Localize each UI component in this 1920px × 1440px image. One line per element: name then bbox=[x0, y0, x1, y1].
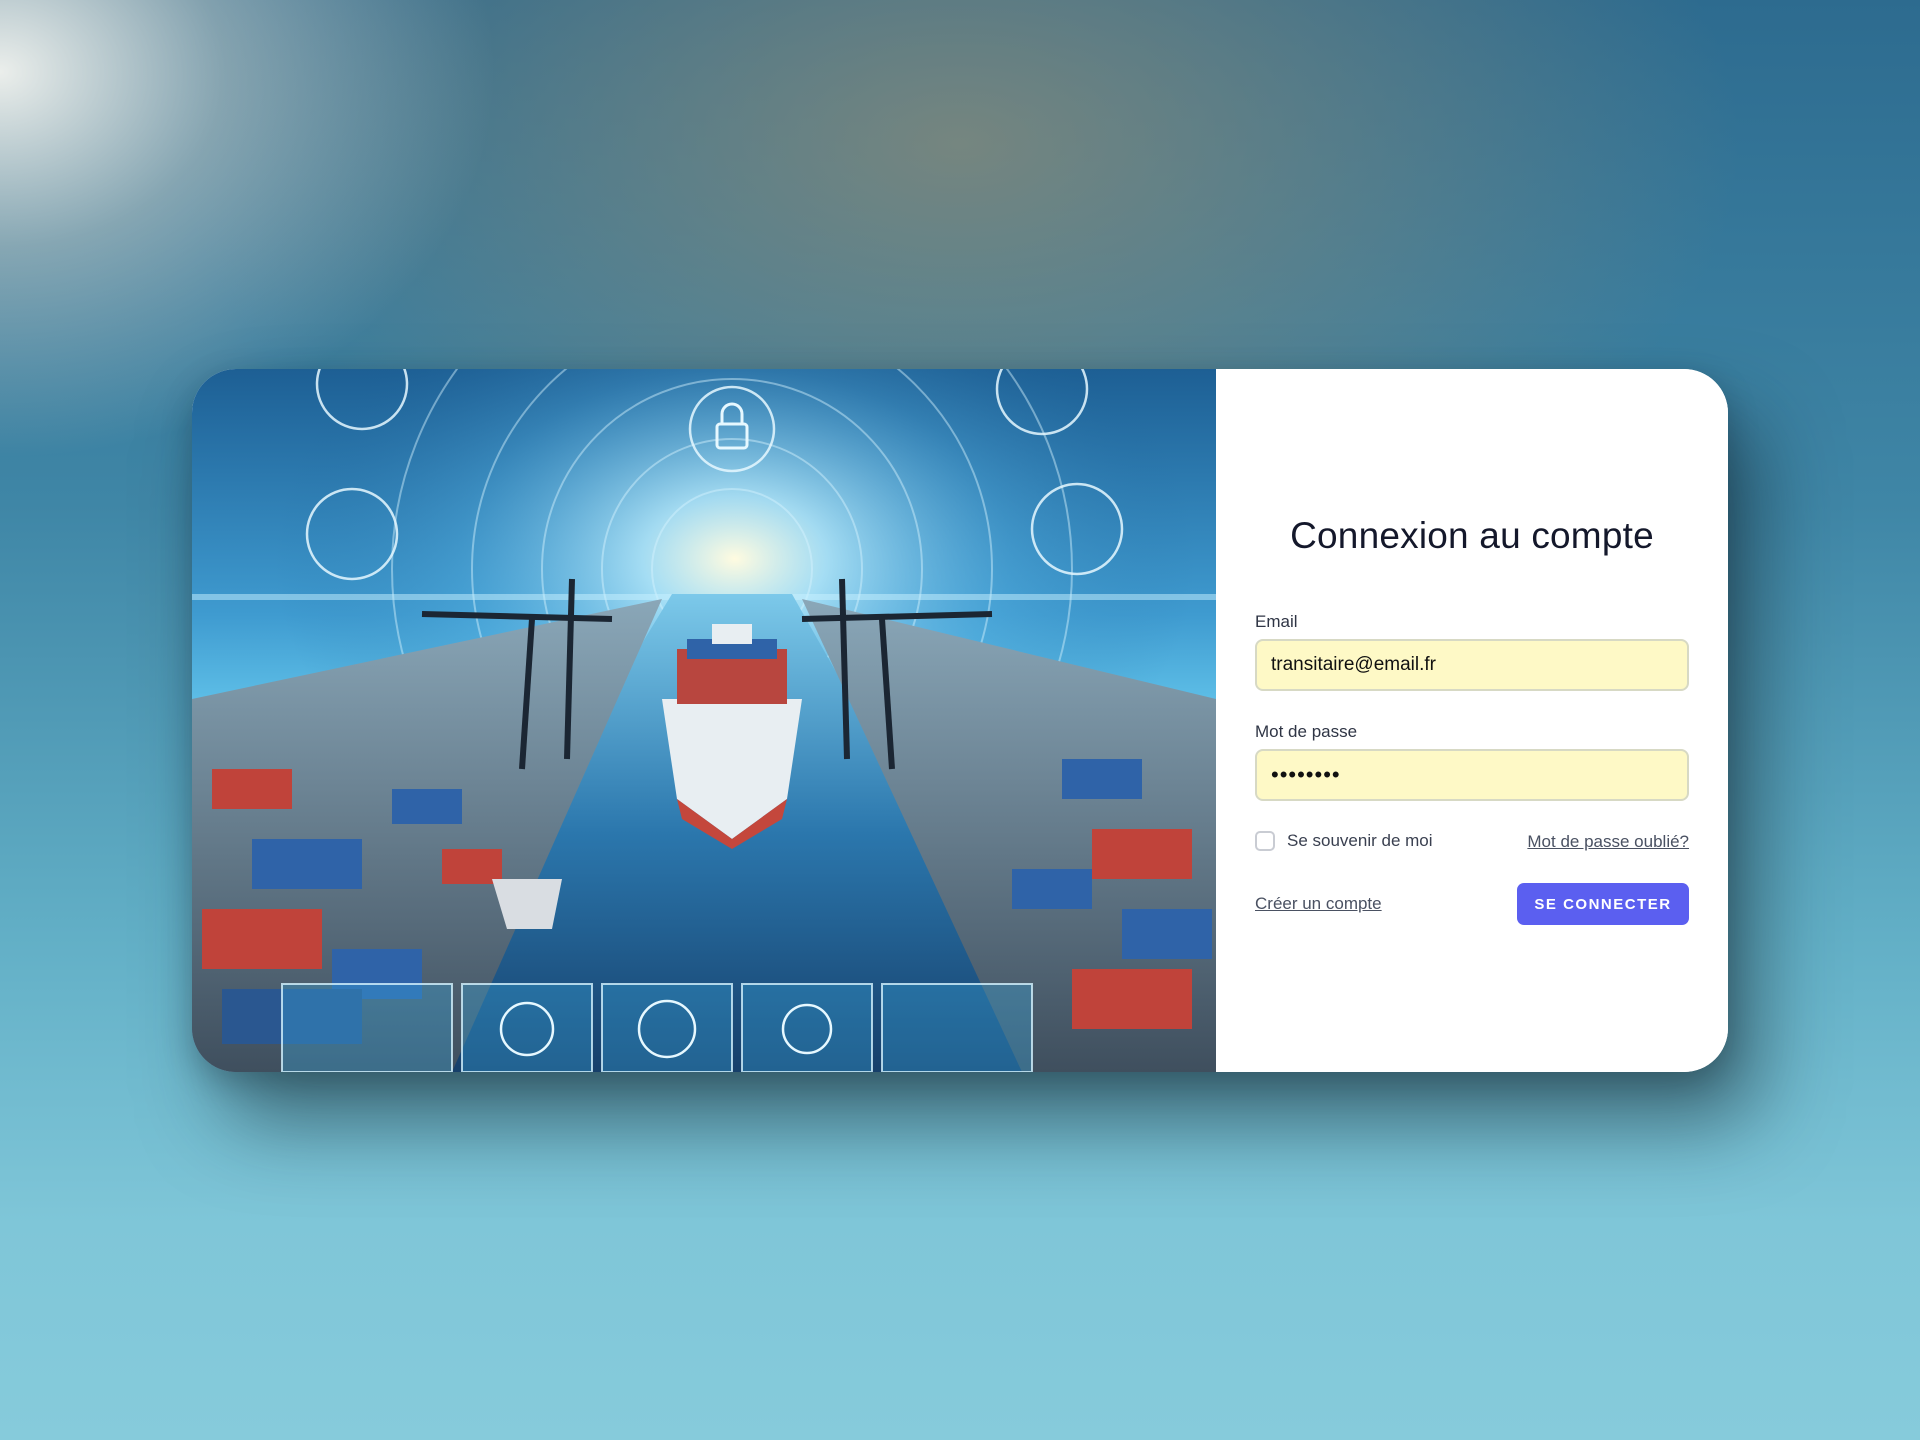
port-illustration bbox=[192, 369, 1216, 1072]
login-panel: Connexion au compte Email Mot de passe S… bbox=[1216, 369, 1728, 1072]
email-field[interactable] bbox=[1255, 639, 1689, 691]
login-button[interactable]: SE CONNECTER bbox=[1517, 883, 1689, 925]
forgot-password-link[interactable]: Mot de passe oublié? bbox=[1527, 832, 1689, 852]
remember-me[interactable]: Se souvenir de moi bbox=[1255, 831, 1433, 851]
remember-checkbox[interactable] bbox=[1255, 831, 1275, 851]
hero-image bbox=[192, 369, 1216, 1072]
password-field[interactable] bbox=[1255, 749, 1689, 801]
email-label: Email bbox=[1255, 612, 1298, 631]
login-card: Connexion au compte Email Mot de passe S… bbox=[192, 369, 1728, 1072]
password-label: Mot de passe bbox=[1255, 722, 1358, 741]
remember-label: Se souvenir de moi bbox=[1287, 831, 1433, 850]
page-title: Connexion au compte bbox=[1290, 515, 1654, 556]
create-account-link[interactable]: Créer un compte bbox=[1255, 894, 1382, 914]
